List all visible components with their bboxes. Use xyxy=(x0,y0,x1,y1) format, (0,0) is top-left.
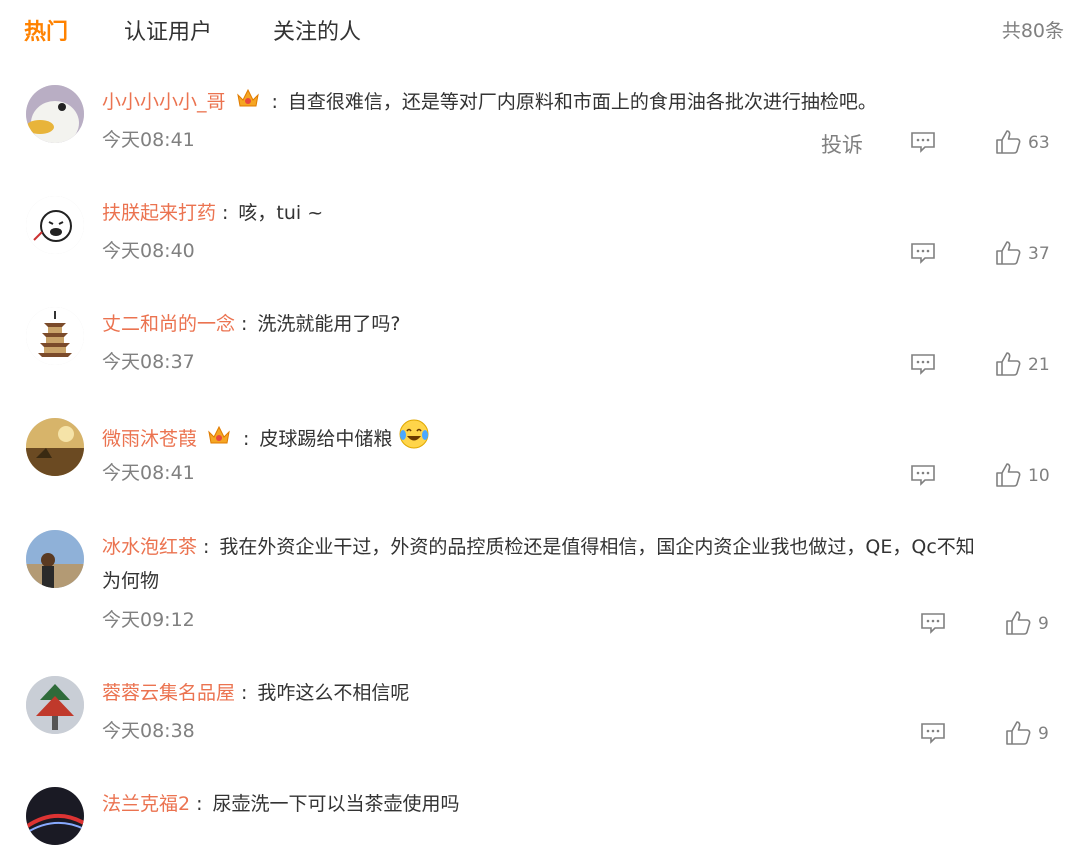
avatar[interactable] xyxy=(26,530,84,588)
username[interactable]: 冰水泡红茶 xyxy=(102,536,197,558)
username[interactable]: 微雨沐苍葭 xyxy=(102,428,197,450)
comment-text: 皮球踢给中储粮 xyxy=(259,428,393,450)
like-count: 21 xyxy=(1028,355,1050,375)
vip-crown-icon xyxy=(236,86,260,120)
comment-time: 今天08:38 xyxy=(102,720,195,742)
laugh-cry-emoji-icon xyxy=(398,418,430,461)
like-count: 9 xyxy=(1038,614,1049,634)
avatar[interactable] xyxy=(26,418,84,476)
like-thumb-icon[interactable] xyxy=(995,351,1021,381)
comment-text-continued: 为何物 xyxy=(102,570,160,592)
username[interactable]: 扶朕起来打药 xyxy=(102,202,216,224)
comment-text: 自查很难信，还是等对厂内原料和市面上的食用油各批次进行抽检吧。 xyxy=(287,91,877,113)
comment-text: 咳，tui ~ xyxy=(238,202,324,224)
avatar[interactable] xyxy=(26,85,84,143)
comment-time: 今天08:41 xyxy=(102,129,195,151)
avatar[interactable] xyxy=(26,787,84,845)
comment-time: 今天09:12 xyxy=(102,609,195,631)
reply-icon[interactable] xyxy=(910,464,936,490)
like-thumb-icon[interactable] xyxy=(1005,610,1031,640)
comment-text: 洗洗就能用了吗? xyxy=(257,313,401,335)
username[interactable]: 蓉蓉云集名品屋 xyxy=(102,682,235,704)
reply-icon[interactable] xyxy=(910,353,936,379)
like-thumb-icon[interactable] xyxy=(995,129,1021,159)
reply-icon[interactable] xyxy=(910,131,936,157)
like-thumb-icon[interactable] xyxy=(995,462,1021,492)
avatar[interactable] xyxy=(26,196,84,254)
comment-time: 今天08:41 xyxy=(102,462,195,484)
report-button[interactable]: 投诉 xyxy=(821,129,863,159)
comment-total-count: 共80条 xyxy=(1001,20,1064,42)
comment-text: 我咋这么不相信呢 xyxy=(257,682,410,704)
like-count: 10 xyxy=(1028,466,1050,486)
vip-crown-icon xyxy=(207,423,231,457)
avatar[interactable] xyxy=(26,307,84,365)
username[interactable]: 丈二和尚的一念 xyxy=(102,313,235,335)
username[interactable]: 法兰克福2 xyxy=(102,793,190,815)
comment-text: 尿壶洗一下可以当茶壶使用吗 xyxy=(212,793,460,815)
tab-following[interactable]: 关注的人 xyxy=(273,14,361,46)
comment-text: 我在外资企业干过，外资的品控质检还是值得相信，国企内资企业我也做过，QE，Qc不… xyxy=(219,536,975,558)
avatar[interactable] xyxy=(26,676,84,734)
comment-time: 今天08:37 xyxy=(102,351,195,373)
comment-tabs: 热门 认证用户 关注的人 共80条 xyxy=(0,0,1080,60)
reply-icon[interactable] xyxy=(910,242,936,268)
username[interactable]: 小小小小小_哥 xyxy=(102,91,226,113)
like-count: 37 xyxy=(1028,244,1050,264)
like-thumb-icon[interactable] xyxy=(995,240,1021,270)
tab-verified-users[interactable]: 认证用户 xyxy=(124,14,212,46)
tab-hot[interactable]: 热门 xyxy=(24,14,68,46)
like-count: 9 xyxy=(1038,724,1049,744)
like-count: 63 xyxy=(1028,133,1050,153)
reply-icon[interactable] xyxy=(920,722,946,748)
comment-time: 今天08:40 xyxy=(102,240,195,262)
like-thumb-icon[interactable] xyxy=(1005,720,1031,750)
reply-icon[interactable] xyxy=(920,612,946,638)
